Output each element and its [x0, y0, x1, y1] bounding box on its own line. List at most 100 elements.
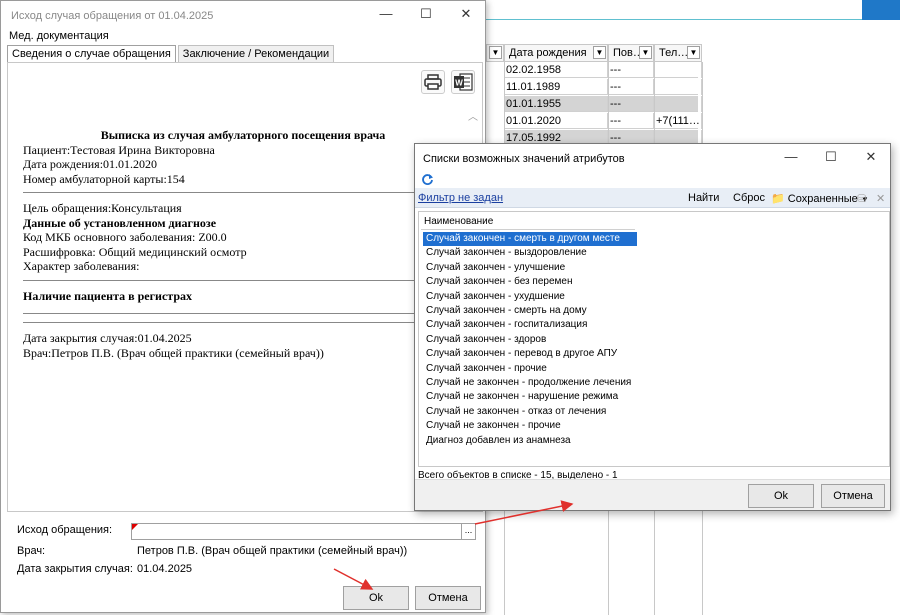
list-item[interactable]: Случай закончен - смерть в другом месте: [423, 232, 637, 246]
report-registry: Наличие пациента в регистрах: [23, 288, 193, 303]
list-item[interactable]: Случай не закончен - прочие: [423, 419, 637, 433]
cancel-button[interactable]: Отмена: [821, 484, 885, 508]
print-button[interactable]: [421, 70, 445, 94]
filter-link[interactable]: Фильтр не задан: [418, 192, 503, 204]
saved-filters-button[interactable]: 📁 Сохраненные ▼: [771, 192, 869, 205]
required-marker: [132, 524, 138, 530]
dialog-footer: Ok Отмена: [415, 479, 890, 510]
dialog-toolbar: [415, 172, 890, 188]
list-item[interactable]: Случай закончен - здоров: [423, 333, 637, 347]
table-row[interactable]: 01.01.1955 ---: [504, 96, 702, 112]
list-item[interactable]: Диагноз добавлен из анамнеза: [423, 434, 637, 448]
divider: [23, 322, 463, 323]
outcome-field[interactable]: ...: [131, 523, 476, 540]
ok-button[interactable]: Ok: [748, 484, 814, 508]
cell-pov: ---: [608, 96, 654, 112]
chevron-down-icon[interactable]: ▼: [489, 46, 502, 59]
close-icon[interactable]: ✕: [457, 6, 475, 22]
list-item[interactable]: Случай закончен - выздоровление: [423, 246, 637, 260]
chevron-down-icon[interactable]: ▼: [639, 46, 652, 59]
maximize-icon[interactable]: ☐: [417, 6, 435, 22]
refresh-icon[interactable]: [421, 173, 434, 186]
report-panel: W ︿ Выписка из случая амбулаторного посе…: [7, 62, 483, 512]
report-birth: Дата рождения:01.01.2020: [23, 157, 158, 171]
saved-label: Сохраненные: [787, 193, 858, 205]
list-item[interactable]: Случай не закончен - отказ от лечения: [423, 405, 637, 419]
close-date-value: 01.04.2025: [137, 563, 193, 575]
report-diagnosis-heading: Данные об установленном диагнозе: [23, 215, 217, 230]
report-character: Характер заболевания:: [23, 259, 140, 273]
window-title: Исход случая обращения от 01.04.2025: [11, 10, 214, 22]
list-item[interactable]: Случай закончен - улучшение: [423, 261, 637, 275]
report-body: Выписка из случая амбулаторного посещени…: [23, 128, 463, 360]
attribute-values-dialog: Списки возможных значений атрибутов — ☐ …: [414, 143, 891, 511]
maximize-icon[interactable]: ☐: [822, 149, 840, 165]
folder-icon: 📁: [771, 193, 785, 205]
table-row[interactable]: 01.01.2020 --- +7(111…: [504, 113, 702, 129]
cell-birth-date: 01.01.2020: [504, 113, 608, 129]
cell-tel: +7(111…: [654, 113, 702, 129]
cancel-button[interactable]: Отмена: [415, 586, 481, 610]
list-item[interactable]: Случай закончен - смерть на дому: [423, 304, 637, 318]
find-button[interactable]: Найти: [688, 192, 719, 204]
list-item[interactable]: Случай закончен - прочие: [423, 362, 637, 376]
list-item[interactable]: Случай не закончен - нарушение режима: [423, 390, 637, 404]
column-header-name[interactable]: Наименование: [421, 214, 635, 230]
doctor-label: Врач:: [17, 545, 46, 557]
table-row[interactable]: 02.02.1958 ---: [504, 62, 702, 78]
report-patient: Пациент:Тестовая Ирина Викторовна: [23, 142, 215, 157]
report-doctor: Врач:Петров П.В. (Врач общей практики (с…: [23, 345, 324, 360]
column-header-birth-date[interactable]: Дата рождения ▼: [504, 44, 608, 62]
filter-bar: Фильтр не задан Найти Сброс 📁 Сохраненны…: [415, 188, 890, 208]
cell-pov: ---: [608, 79, 654, 95]
report-heading: Выписка из случая амбулаторного посещени…: [100, 128, 386, 142]
cell-tel: [654, 62, 702, 78]
tab-bar: Сведения о случае обращения Заключение /…: [7, 45, 336, 63]
report-purpose: Цель обращения:Консультация: [23, 201, 182, 215]
tab-case-info[interactable]: Сведения о случае обращения: [7, 45, 176, 63]
cell-tel: [654, 79, 702, 95]
list-item[interactable]: Случай закончен - госпитализация: [423, 318, 637, 332]
close-date-label: Дата закрытия случая:: [17, 563, 133, 575]
cell-pov: ---: [608, 113, 654, 129]
divider: [23, 313, 463, 314]
divider: [23, 279, 463, 281]
menu-med-docs[interactable]: Мед. документация: [1, 29, 485, 45]
column-header-tel[interactable]: Тел… ▼: [654, 44, 702, 62]
export-word-button[interactable]: W: [451, 70, 475, 94]
ok-button[interactable]: Ok: [343, 586, 409, 610]
chevron-down-icon[interactable]: ▼: [593, 46, 606, 59]
reset-button[interactable]: Сброс: [733, 192, 765, 204]
minimize-icon[interactable]: —: [377, 6, 395, 22]
minimize-icon[interactable]: —: [782, 149, 800, 165]
doctor-value: Петров П.В. (Врач общей практики (семейн…: [137, 545, 408, 557]
svg-text:W: W: [455, 79, 463, 88]
printer-icon: [424, 74, 442, 90]
background-app-corner: [862, 0, 900, 20]
report-close-date: Дата закрытия случая:01.04.2025: [23, 331, 192, 345]
list-item[interactable]: Случай закончен - ухудшение: [423, 290, 637, 304]
outcome-form: Исход обращения: ... Врач: Петров П.В. (…: [7, 513, 483, 583]
list-item[interactable]: Случай не закончен - продолжение лечения: [423, 376, 637, 390]
save-filter-icon[interactable]: ⛁: [857, 192, 866, 205]
chevron-down-icon[interactable]: ▼: [687, 46, 700, 59]
cell-tel: [654, 96, 702, 112]
table-row[interactable]: 11.01.1989 ---: [504, 79, 702, 95]
column-header-pov[interactable]: Пов… ▼: [608, 44, 654, 62]
cell-birth-date: 02.02.1958: [504, 62, 608, 78]
tab-conclusion[interactable]: Заключение / Рекомендации: [177, 45, 335, 63]
close-icon[interactable]: ✕: [862, 149, 880, 165]
chevron-up-icon[interactable]: ︿: [467, 108, 479, 123]
list-item[interactable]: Случай закончен - без перемен: [423, 275, 637, 289]
ellipsis-button[interactable]: ...: [461, 524, 475, 539]
values-list: Наименование Случай закончен - смерть в …: [418, 211, 890, 467]
column-header-label: Тел…: [659, 47, 689, 59]
report-decode: Расшифровка: Общий медицинский осмотр: [23, 244, 247, 259]
grid-filter-cell[interactable]: ▼: [486, 44, 504, 62]
list-item[interactable]: Случай закончен - перевод в другое АПУ: [423, 347, 637, 361]
close-icon[interactable]: ✕: [876, 192, 885, 205]
report-mkb: Код МКБ основного заболевания: Z00.0: [23, 230, 227, 244]
cell-pov: ---: [608, 62, 654, 78]
dialog-titlebar: Списки возможных значений атрибутов — ☐ …: [415, 144, 890, 172]
window-titlebar: Исход случая обращения от 01.04.2025 — ☐…: [1, 1, 485, 29]
